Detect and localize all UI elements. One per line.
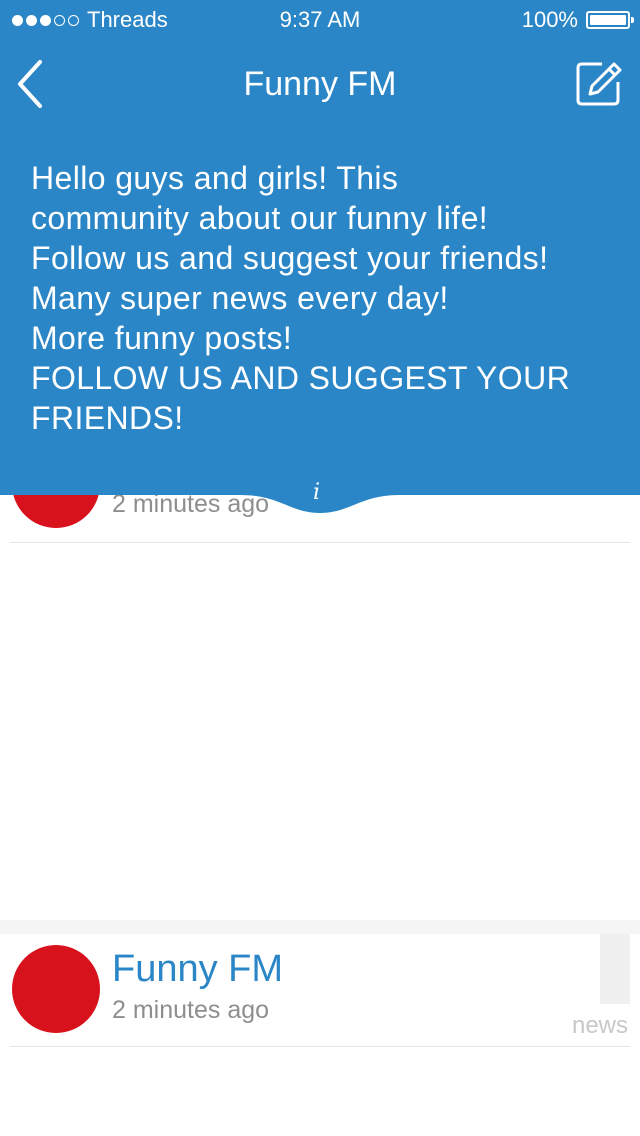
avatar[interactable] (12, 945, 100, 1033)
post-tag: news (571, 1012, 628, 1039)
post-thumbnail[interactable] (600, 934, 630, 1004)
compose-button[interactable] (574, 60, 622, 108)
status-bar: Threads 9:37 AM 100% (0, 0, 640, 40)
section-gap (0, 920, 640, 934)
post-time: 2 minutes ago (112, 996, 270, 1024)
battery-area: 100% (521, 0, 634, 40)
info-icon[interactable]: i (313, 480, 320, 505)
list-item[interactable]: Funny FM 2 minutes ago news (0, 934, 640, 1046)
community-description: Hello guys and girls! This community abo… (31, 160, 571, 436)
top-bar: Threads 9:37 AM 100% Funny FM (0, 0, 640, 128)
post-author[interactable]: Funny FM (112, 948, 283, 991)
compose-icon (576, 62, 622, 106)
battery-percent: 100% (521, 7, 578, 32)
community-description-panel[interactable]: Hello guys and girls! This community abo… (0, 128, 640, 523)
battery-icon (586, 11, 634, 29)
divider (10, 542, 630, 543)
divider (10, 1046, 630, 1047)
page-title: Funny FM (243, 65, 397, 103)
nav-bar: Funny FM (0, 40, 640, 128)
